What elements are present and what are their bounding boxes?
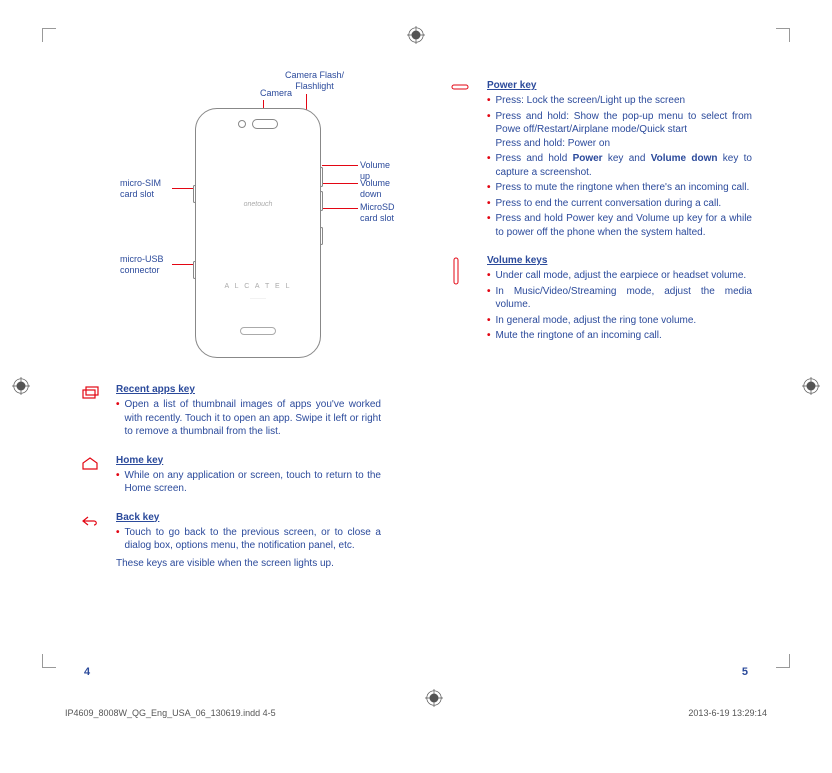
- volume-key-icon: [451, 255, 475, 345]
- power-b1: Press: Lock the screen/Light up the scre…: [496, 94, 686, 108]
- home-icon: [80, 455, 104, 498]
- power-b2: Press and hold: Show the pop-up menu to …: [496, 110, 752, 151]
- label-usb: micro-USB connector: [120, 254, 175, 276]
- registration-mark-icon: [425, 689, 443, 707]
- label-sim: micro-SIM card slot: [120, 178, 175, 200]
- label-camera: Camera: [260, 88, 292, 99]
- brand-text: onetouch: [196, 201, 320, 208]
- sim-slot-icon: [193, 185, 196, 203]
- label-flash: Camera Flash/ Flashlight: [285, 70, 344, 92]
- phone-outline: onetouch A L C A T E L ————: [195, 108, 321, 358]
- label-microsd: MicroSD card slot: [360, 202, 410, 224]
- home-b1: While on any application or screen, touc…: [125, 469, 381, 496]
- volume-up-button-icon: [320, 167, 323, 187]
- sd-slot-icon: [320, 227, 323, 245]
- power-b5: Press to end the current conversation du…: [496, 197, 722, 211]
- brand-alcatel: A L C A T E L: [196, 283, 320, 290]
- camera-lens-icon: [238, 120, 246, 128]
- back-note: These keys are visible when the screen l…: [116, 557, 381, 571]
- back-b1: Touch to go back to the previous screen,…: [125, 526, 381, 553]
- phone-back-diagram: Camera Flash/ Flashlight Camera Volume u…: [120, 70, 381, 370]
- vol-b3: In general mode, adjust the ring tone vo…: [496, 314, 697, 328]
- power-key-icon: [451, 80, 475, 241]
- footer-filename: IP4609_8008W_QG_Eng_USA_06_130619.indd 4…: [65, 708, 276, 718]
- page-number-left: 4: [84, 666, 90, 678]
- page-number-right: 5: [742, 666, 748, 678]
- volume-title: Volume keys: [487, 255, 752, 266]
- vol-b1: Under call mode, adjust the earpiece or …: [496, 269, 747, 283]
- recent-apps-icon: [80, 384, 104, 441]
- power-b6: Press and hold Power key and Volume up k…: [496, 212, 752, 239]
- home-title: Home key: [116, 455, 381, 466]
- speaker-icon: [240, 327, 276, 335]
- volume-down-button-icon: [320, 191, 323, 211]
- vol-b2: In Music/Video/Streaming mode, adjust th…: [496, 285, 752, 312]
- power-b3: Press and hold Power key and Volume down…: [496, 152, 752, 179]
- vol-b4: Mute the ringtone of an incoming call.: [496, 329, 662, 343]
- recent-apps-title: Recent apps key: [116, 384, 381, 395]
- power-b4: Press to mute the ringtone when there's …: [496, 181, 750, 195]
- footer-timestamp: 2013-6-19 13:29:14: [688, 708, 767, 718]
- usb-slot-icon: [193, 261, 196, 279]
- registration-mark-icon: [802, 377, 820, 395]
- registration-mark-icon: [12, 377, 30, 395]
- back-icon: [80, 512, 104, 571]
- recent-b1: Open a list of thumbnail images of apps …: [125, 398, 381, 439]
- back-title: Back key: [116, 512, 381, 523]
- registration-mark-icon: [407, 26, 425, 44]
- label-volume-down: Volume down: [360, 178, 390, 200]
- flash-icon: [252, 119, 278, 129]
- power-title: Power key: [487, 80, 752, 91]
